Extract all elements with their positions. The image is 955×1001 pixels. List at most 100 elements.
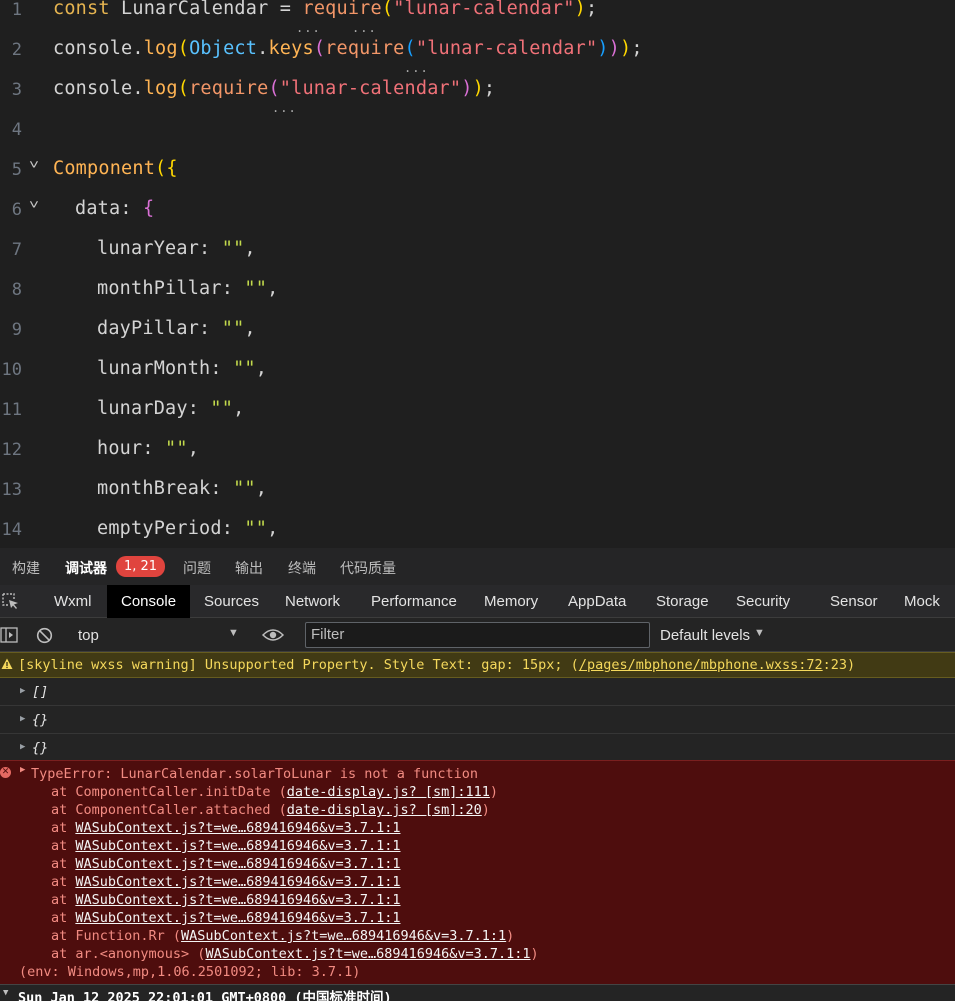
log-message[interactable]: ▶ [] bbox=[0, 678, 955, 706]
stack-frame: at Function.Rr (WASubContext.js?t=we…689… bbox=[51, 928, 515, 944]
stack-frame-link[interactable]: WASubContext.js?t=we…689416946&v=3.7.1:1 bbox=[75, 856, 400, 872]
expand-triangle-icon[interactable]: ▶ bbox=[20, 765, 25, 775]
log-value: {} bbox=[32, 740, 49, 756]
stack-frame: at WASubContext.js?t=we…689416946&v=3.7.… bbox=[51, 820, 401, 836]
warning-message[interactable]: [skyline wxss warning] Unsupported Prope… bbox=[0, 652, 955, 678]
stack-frame: at ComponentCaller.initDate (date-displa… bbox=[51, 784, 499, 800]
env-info: (env: Windows,mp,1.06.2501092; lib: 3.7.… bbox=[19, 964, 361, 980]
stack-frame: at WASubContext.js?t=we…689416946&v=3.7.… bbox=[51, 874, 401, 890]
code-text: console.log(Object.keys(require("lunar-c… bbox=[53, 38, 643, 59]
date-group-header[interactable]: ▼ Sun Jan 12 2025 22:01:01 GMT+0800 (中国标… bbox=[0, 984, 955, 1001]
tab-output[interactable]: 输出 bbox=[235, 558, 263, 578]
code-line[interactable]: 12 hour: "", bbox=[0, 436, 955, 476]
stack-frame-link[interactable]: date-display.js? [sm]:20 bbox=[287, 802, 482, 818]
tab-wxml[interactable]: Wxml bbox=[54, 585, 92, 618]
stack-frame-link[interactable]: WASubContext.js?t=we…689416946&v=3.7.1:1 bbox=[75, 874, 400, 890]
stack-frame-link[interactable]: WASubContext.js?t=we…689416946&v=3.7.1:1 bbox=[75, 910, 400, 926]
code-line[interactable]: 10 lunarMonth: "", bbox=[0, 356, 955, 396]
code-editor[interactable]: 1 const LunarCalendar = require("lunar-c… bbox=[0, 0, 955, 548]
stack-frame-link[interactable]: WASubContext.js?t=we…689416946&v=3.7.1:1 bbox=[181, 928, 506, 944]
code-line[interactable]: 7 lunarYear: "", bbox=[0, 236, 955, 276]
filter-input[interactable]: Filter bbox=[305, 622, 650, 648]
stack-frame-link[interactable]: date-display.js? [sm]:111 bbox=[287, 784, 490, 800]
sidebar-toggle-icon[interactable] bbox=[0, 627, 18, 643]
code-line[interactable]: 11 lunarDay: "", bbox=[0, 396, 955, 436]
expand-triangle-icon[interactable]: ▶ bbox=[20, 714, 25, 724]
warning-text: [skyline wxss warning] Unsupported Prope… bbox=[18, 657, 579, 673]
code-text: const LunarCalendar = require("lunar-cal… bbox=[53, 0, 598, 19]
hint-ellipsis: ... bbox=[404, 61, 429, 75]
expand-triangle-icon[interactable]: ▶ bbox=[20, 686, 25, 696]
tab-sensor[interactable]: Sensor bbox=[830, 585, 878, 618]
code-line[interactable]: 1 const LunarCalendar = require("lunar-c… bbox=[0, 0, 955, 36]
context-selector[interactable]: top bbox=[78, 627, 99, 644]
line-number: 4 bbox=[11, 120, 22, 140]
tab-performance[interactable]: Performance bbox=[371, 585, 457, 618]
tab-build[interactable]: 构建 bbox=[12, 558, 40, 578]
code-text: hour: "", bbox=[97, 438, 200, 459]
code-line[interactable]: 8 monthPillar: "", bbox=[0, 276, 955, 316]
hint-ellipsis: ... bbox=[296, 21, 321, 35]
hint-ellipsis: ... bbox=[352, 21, 377, 35]
code-line[interactable]: 4 bbox=[0, 116, 955, 156]
line-number: 3 bbox=[11, 80, 22, 100]
clear-console-icon[interactable] bbox=[36, 627, 53, 644]
code-text: lunarDay: "", bbox=[97, 398, 245, 419]
tab-code-quality[interactable]: 代码质量 bbox=[340, 558, 396, 578]
chevron-down-icon[interactable]: ▼ bbox=[754, 627, 765, 639]
fold-chevron-icon[interactable]: ˅ bbox=[29, 158, 39, 173]
error-icon: ✕ bbox=[0, 767, 11, 778]
chevron-down-icon[interactable]: ▼ bbox=[228, 627, 239, 639]
code-line[interactable]: 13 monthBreak: "", bbox=[0, 476, 955, 516]
tab-console[interactable]: Console bbox=[107, 585, 191, 618]
tab-issues[interactable]: 问题 bbox=[183, 558, 211, 578]
line-number: 10 bbox=[1, 360, 22, 380]
line-number: 5 bbox=[11, 160, 22, 180]
code-line[interactable]: 3 console.log(require("lunar-calendar"))… bbox=[0, 76, 955, 116]
console-messages: [skyline wxss warning] Unsupported Prope… bbox=[0, 652, 955, 1001]
tab-memory[interactable]: Memory bbox=[484, 585, 538, 618]
expand-triangle-icon[interactable]: ▶ bbox=[20, 742, 25, 752]
log-value: [] bbox=[32, 684, 49, 700]
line-number: 9 bbox=[11, 320, 22, 340]
line-number: 2 bbox=[11, 40, 22, 60]
code-line[interactable]: 14 emptyPeriod: "", bbox=[0, 516, 955, 548]
tab-storage[interactable]: Storage bbox=[656, 585, 709, 618]
tab-debugger[interactable]: 调试器 bbox=[65, 558, 107, 578]
tab-network[interactable]: Network bbox=[285, 585, 340, 618]
code-text: monthBreak: "", bbox=[97, 478, 268, 499]
code-text: console.log(require("lunar-calendar")); bbox=[53, 78, 496, 99]
line-number: 13 bbox=[1, 480, 22, 500]
code-line[interactable]: 9 dayPillar: "", bbox=[0, 316, 955, 356]
code-text: Component({ bbox=[53, 158, 178, 179]
stack-frame-link[interactable]: WASubContext.js?t=we…689416946&v=3.7.1:1 bbox=[75, 892, 400, 908]
log-message[interactable]: ▶ {} bbox=[0, 734, 955, 762]
panel-tab-bar: 构建 调试器 1, 21 问题 输出 终端 代码质量 bbox=[0, 548, 955, 585]
code-text: dayPillar: "", bbox=[97, 318, 256, 339]
warning-source-link[interactable]: /pages/mbphone/mbphone.wxss:72 bbox=[579, 657, 823, 673]
code-text: data: { bbox=[75, 198, 155, 219]
error-message[interactable]: ✕ ▶ TypeError: LunarCalendar.solarToLuna… bbox=[0, 760, 955, 984]
fold-chevron-icon[interactable]: ˅ bbox=[29, 198, 39, 213]
stack-frame-link[interactable]: WASubContext.js?t=we…689416946&v=3.7.1:1 bbox=[75, 838, 400, 854]
log-levels-dropdown[interactable]: Default levels bbox=[660, 627, 750, 644]
code-line[interactable]: 2 console.log(Object.keys(require("lunar… bbox=[0, 36, 955, 76]
code-line[interactable]: 6 ˅ data: { bbox=[0, 196, 955, 236]
collapse-triangle-icon[interactable]: ▼ bbox=[3, 988, 8, 998]
tab-terminal[interactable]: 终端 bbox=[288, 558, 316, 578]
eye-icon[interactable] bbox=[262, 628, 284, 642]
stack-frame-link[interactable]: WASubContext.js?t=we…689416946&v=3.7.1:1 bbox=[75, 820, 400, 836]
line-number: 12 bbox=[1, 440, 22, 460]
error-count-badge: 1, 21 bbox=[116, 556, 166, 577]
date-group-label: Sun Jan 12 2025 22:01:01 GMT+0800 (中国标准时… bbox=[18, 990, 392, 1001]
stack-frame: at WASubContext.js?t=we…689416946&v=3.7.… bbox=[51, 892, 401, 908]
inspect-element-icon[interactable] bbox=[2, 593, 19, 610]
tab-sources[interactable]: Sources bbox=[204, 585, 259, 618]
tab-mock[interactable]: Mock bbox=[904, 585, 940, 618]
log-message[interactable]: ▶ {} bbox=[0, 706, 955, 734]
tab-security[interactable]: Security bbox=[736, 585, 790, 618]
code-line[interactable]: 5 ˅ Component({ bbox=[0, 156, 955, 196]
line-number: 6 bbox=[11, 200, 22, 220]
stack-frame-link[interactable]: WASubContext.js?t=we…689416946&v=3.7.1:1 bbox=[205, 946, 530, 962]
tab-appdata[interactable]: AppData bbox=[568, 585, 626, 618]
